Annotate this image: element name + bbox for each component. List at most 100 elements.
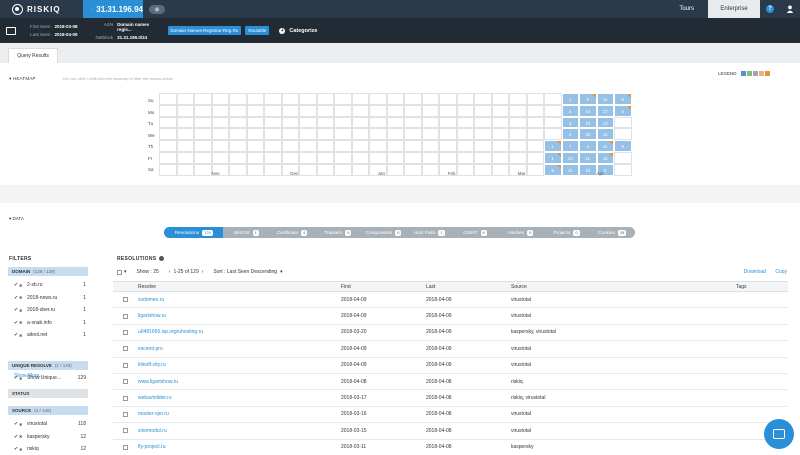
heatmap-cell[interactable]: [491, 140, 509, 152]
heatmap-cell[interactable]: [351, 104, 369, 117]
heatmap-cell[interactable]: [176, 116, 194, 129]
heatmap-cell[interactable]: [421, 93, 439, 105]
heatmap-cell[interactable]: [299, 116, 317, 129]
source-filter-header[interactable]: SOURCE (4 / 149): [8, 406, 88, 415]
data-toggle[interactable]: ▾ DATA: [9, 216, 24, 222]
heatmap-cell[interactable]: [264, 140, 282, 152]
info-icon[interactable]: [159, 256, 165, 262]
heatmap-cell[interactable]: [159, 93, 177, 105]
heatmap-cell[interactable]: [474, 128, 492, 141]
heatmap-cell[interactable]: [526, 93, 544, 105]
close-icon[interactable]: ✖: [19, 376, 27, 381]
heatmap-cell[interactable]: [264, 128, 282, 141]
resolve-link[interactable]: master-vpn.ru: [138, 411, 341, 417]
heatmap-cell[interactable]: 5: [579, 93, 597, 105]
heatmap-cell[interactable]: [456, 151, 474, 164]
row-checkbox[interactable]: [123, 428, 128, 434]
next-page-icon[interactable]: ›: [202, 269, 204, 275]
heatmap-cell[interactable]: [299, 104, 317, 117]
heatmap-cell[interactable]: [264, 93, 282, 105]
heatmap-cell[interactable]: [246, 140, 264, 152]
heatmap-cell[interactable]: [421, 116, 439, 129]
resolve-link[interactable]: xinomodul.ru: [138, 428, 341, 434]
heatmap-cell[interactable]: [229, 151, 247, 164]
heatmap-cell[interactable]: [159, 151, 177, 164]
row-checkbox[interactable]: [123, 297, 128, 303]
page-size-select[interactable]: Show : 25: [137, 269, 159, 275]
heatmap-cell[interactable]: 13: [596, 116, 614, 129]
close-icon[interactable]: ✖: [19, 333, 27, 338]
resolve-link[interactable]: ligartshow.ru: [138, 313, 341, 319]
heatmap-cell[interactable]: [281, 93, 299, 105]
heatmap-cell[interactable]: 7: [561, 140, 579, 152]
heatmap-cell[interactable]: [316, 151, 334, 164]
heatmap-cell[interactable]: [474, 140, 492, 152]
tab-cookies[interactable]: Cookies 28: [589, 227, 635, 238]
heatmap-cell[interactable]: [614, 151, 632, 164]
heatmap-cell[interactable]: [369, 116, 387, 129]
tab-hashes[interactable]: Hashes 0: [498, 227, 544, 238]
heatmap-cell[interactable]: [194, 104, 212, 117]
heatmap-cell[interactable]: [491, 93, 509, 105]
tab-trackers[interactable]: Trackers 0: [315, 227, 361, 238]
user-icon[interactable]: [780, 0, 800, 18]
heatmap-cell[interactable]: 11: [596, 93, 614, 105]
help-button[interactable]: ?: [760, 0, 780, 18]
heatmap-cell[interactable]: [281, 140, 299, 152]
resolve-link[interactable]: fly-project.ru: [138, 444, 341, 450]
chevron-down-icon[interactable]: ▾: [124, 269, 127, 275]
heatmap-cell[interactable]: [264, 104, 282, 117]
heatmap-cell[interactable]: [544, 128, 562, 141]
heatmap-cell[interactable]: [246, 151, 264, 164]
heatmap-cell[interactable]: [176, 93, 194, 105]
domain-filter-header[interactable]: DOMAIN (129 / 129): [8, 267, 88, 276]
heatmap-cell[interactable]: [509, 140, 527, 152]
heatmap-cell[interactable]: 1: [544, 140, 562, 152]
filter-item[interactable]: ✔ ✖ riskiq 12: [14, 446, 86, 452]
heatmap-cell[interactable]: [229, 140, 247, 152]
column-header[interactable]: Last: [426, 284, 511, 290]
close-icon[interactable]: ✖: [19, 283, 27, 288]
resolve-link[interactable]: svdomen.ru: [138, 297, 341, 303]
heatmap-cell[interactable]: [544, 104, 562, 117]
heatmap-cell[interactable]: [281, 116, 299, 129]
close-icon[interactable]: ✖: [19, 308, 27, 313]
close-icon[interactable]: ✖: [19, 422, 27, 427]
heatmap-cell[interactable]: [159, 104, 177, 117]
heatmap-cell[interactable]: [369, 104, 387, 117]
close-icon[interactable]: ✖: [19, 295, 27, 300]
heatmap-cell[interactable]: [211, 93, 229, 105]
chat-button[interactable]: [764, 419, 794, 449]
heatmap-cell[interactable]: [334, 140, 352, 152]
heatmap-cell[interactable]: [421, 128, 439, 141]
heatmap-cell[interactable]: [334, 116, 352, 129]
heatmap-cell[interactable]: [509, 128, 527, 141]
heatmap-cell[interactable]: [299, 151, 317, 164]
column-header[interactable]: Source: [511, 284, 736, 290]
close-icon[interactable]: ✖: [19, 447, 27, 452]
routable-tag[interactable]: Routable: [245, 26, 270, 35]
heatmap-cell[interactable]: 10: [579, 116, 597, 129]
heatmap-cell[interactable]: [474, 104, 492, 117]
heatmap-cell[interactable]: [281, 151, 299, 164]
heatmap-cell[interactable]: [386, 104, 404, 117]
heatmap-cell[interactable]: [194, 128, 212, 141]
sort-select[interactable]: Sort : Last Seen Descending: [213, 269, 277, 275]
row-checkbox[interactable]: [123, 362, 128, 368]
heatmap-cell[interactable]: 11: [596, 140, 614, 152]
heatmap-cell[interactable]: [211, 116, 229, 129]
heatmap-cell[interactable]: [404, 151, 422, 164]
eye-icon[interactable]: ◉: [149, 4, 165, 14]
heatmap-cell[interactable]: [544, 116, 562, 129]
heatmap-cell[interactable]: [404, 140, 422, 152]
enterprise-button[interactable]: Enterprise: [708, 0, 760, 18]
heatmap-cell[interactable]: [264, 151, 282, 164]
column-header[interactable]: Tags: [736, 284, 788, 290]
heatmap-cell[interactable]: [386, 128, 404, 141]
heatmap-cell[interactable]: [299, 128, 317, 141]
heatmap-cell[interactable]: 17: [596, 104, 614, 117]
heatmap-cell[interactable]: [509, 116, 527, 129]
heatmap-cell[interactable]: [439, 140, 457, 152]
heatmap-cell[interactable]: [176, 151, 194, 164]
heatmap-cell[interactable]: [351, 128, 369, 141]
